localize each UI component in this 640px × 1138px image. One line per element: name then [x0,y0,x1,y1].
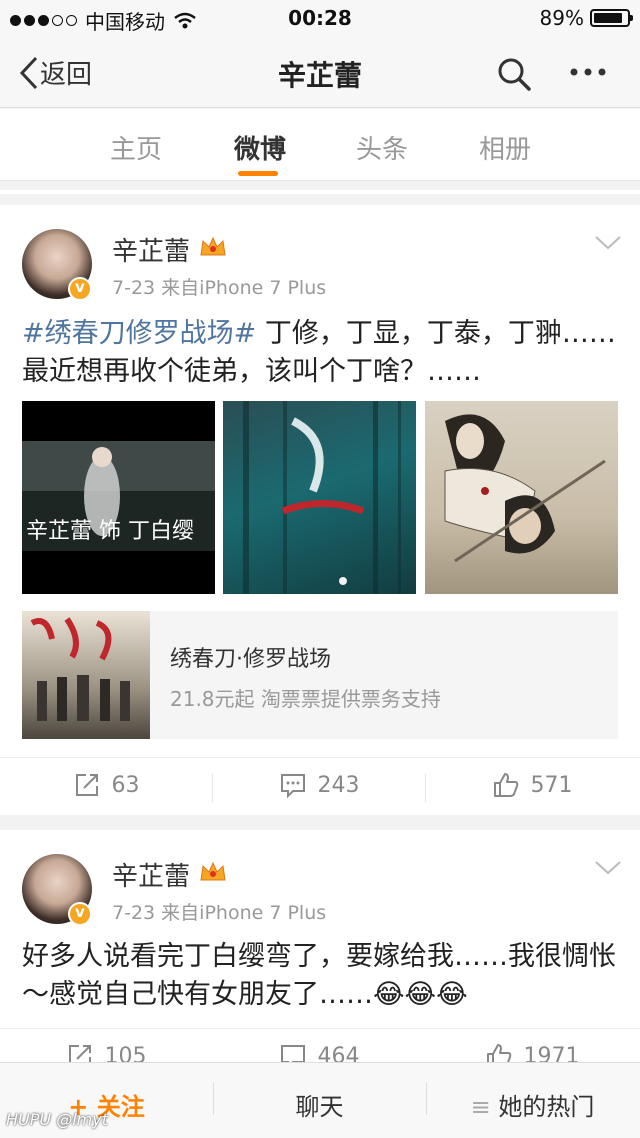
hot-posts-label: 她的热门 [498,1093,595,1121]
image-caption: 辛芷蕾 饰 丁白缨 [26,519,194,544]
comment-button[interactable]: 243 [213,772,426,798]
status-bar: 中国移动 00:28 89% [0,0,640,36]
comment-icon [280,774,305,798]
list-icon: ≡ [470,1093,499,1121]
tab-album[interactable]: 相册 [479,129,531,166]
tab-headlines[interactable]: 头条 [356,129,408,166]
author-name[interactable]: 辛芷蕾 [112,231,190,268]
hashtag-link[interactable]: #绣春刀修罗战场# [22,318,256,349]
battery-status: 89% [539,6,633,30]
chevron-left-icon [19,56,38,89]
navigation-bar: 返回 辛芷蕾 [0,36,640,108]
image-scene [444,414,606,563]
movie-ticket-card[interactable]: 绣春刀·修罗战场 21.8元起 淘票票提供票务支持 [22,611,618,739]
separator [0,190,640,194]
tab-home[interactable]: 主页 [110,129,162,166]
author-name[interactable]: 辛芷蕾 [112,856,190,893]
card-subtitle: 21.8元起 淘票票提供票务支持 [170,687,441,711]
like-button[interactable]: 571 [426,772,639,798]
repost-button[interactable]: 63 [0,772,213,798]
post-actions: 63 243 571 [0,757,640,815]
verified-badge-icon [68,902,92,926]
profile-tabs: 主页 微博 头条 相册 [0,109,640,181]
search-icon[interactable] [496,56,532,92]
crown-icon [200,236,226,256]
watermark: HUPU @lmyt [6,1110,108,1129]
back-label: 返回 [40,60,93,90]
poster-scene [30,617,130,721]
crown-icon [200,861,226,881]
back-button[interactable]: 返回 [18,54,92,91]
post-text: #绣春刀修罗战场# 丁修，丁显，丁泰，丁翀……最近想再收个徒弟，该叫个丁啥？…… [22,315,622,391]
chat-button[interactable]: 聊天 [213,1087,426,1122]
feed-post: 辛芷蕾 7-23 来自iPhone 7 Plus #绣春刀修罗战场# 丁修，丁显… [0,205,640,815]
image-scene [243,401,401,594]
chevron-down-icon[interactable] [594,235,622,251]
more-icon[interactable] [568,62,608,82]
movie-poster [22,611,150,739]
battery-percent: 89% [539,6,584,30]
repost-count: 63 [111,772,140,798]
post-image[interactable]: 辛芷蕾 饰 丁白缨 [22,401,215,594]
post-text: 好多人说看完丁白缨弯了，要嫁给我……我很惆怅～感觉自己快有女朋友了……😂😂😂 [22,938,622,1014]
chevron-down-icon[interactable] [594,860,622,876]
verified-badge-icon [68,277,92,301]
post-meta: 7-23 来自iPhone 7 Plus [112,277,327,299]
post-image[interactable] [425,401,618,594]
post-meta: 7-23 来自iPhone 7 Plus [112,902,327,924]
card-title: 绣春刀·修罗战场 [170,647,331,672]
battery-icon [590,9,633,27]
page-title: 辛芷蕾 [277,59,362,92]
comment-count: 243 [317,772,360,798]
laughing-crying-emoji-icon: 😂😂😂 [373,979,468,1010]
post-image[interactable] [223,401,416,594]
like-count: 571 [530,772,573,798]
active-tab-indicator [238,171,278,176]
tab-weibo[interactable]: 微博 [234,129,286,166]
post-body: 好多人说看完丁白缨弯了，要嫁给我……我很惆怅～感觉自己快有女朋友了…… [22,941,616,1010]
hot-posts-button[interactable]: ≡ 她的热门 [426,1087,639,1122]
thumbs-up-icon [493,773,518,797]
repost-icon [75,774,98,796]
image-scene [22,441,215,551]
